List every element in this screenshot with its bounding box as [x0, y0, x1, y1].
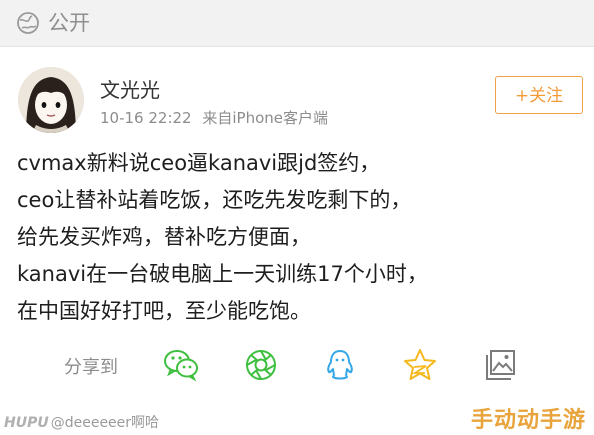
share-bar: 分享到	[0, 344, 594, 388]
watermark-source: HUPU @deeeeeer啊哈	[4, 412, 159, 432]
moments-icon[interactable]	[242, 346, 280, 384]
author-name[interactable]: 文光光	[100, 74, 160, 103]
post-line: 给先发买炸鸡，替补吃方便面，	[17, 225, 311, 249]
share-label: 分享到	[64, 357, 118, 378]
visibility-label: 公开	[48, 11, 90, 35]
post-line: ceo让替补站着吃饭，还吃先发吃剩下的，	[17, 188, 412, 212]
follow-button[interactable]: +关注	[495, 76, 583, 114]
qq-icon[interactable]	[321, 346, 359, 384]
globe-icon	[17, 12, 39, 34]
wechat-icon[interactable]	[162, 346, 200, 384]
post-line: 在中国好好打吧，至少能吃饱。	[17, 299, 311, 323]
watermark-site: 手动动手游	[470, 408, 586, 433]
watermark-brand: HUPU	[4, 415, 49, 431]
post-text: cvmax新料说ceo逼kanavi跟jd签约， ceo让替补站着吃饭，还吃先发…	[17, 145, 577, 330]
post-line: kanavi在一台破电脑上一天训练17个小时，	[17, 262, 428, 286]
post-meta: 10-16 22:22 来自iPhone客户端	[100, 107, 328, 128]
post-line: cvmax新料说ceo逼kanavi跟jd签约，	[17, 151, 381, 175]
post-timestamp: 10-16 22:22	[100, 109, 192, 127]
qzone-icon[interactable]	[401, 346, 439, 384]
post-source[interactable]: 来自iPhone客户端	[202, 109, 328, 127]
watermark-handle: @deeeeeer啊哈	[50, 415, 160, 431]
share-image-icon[interactable]	[481, 346, 519, 384]
avatar[interactable]	[18, 67, 84, 133]
visibility-bar: 公开	[0, 0, 594, 47]
avatar-illustration	[18, 67, 84, 133]
